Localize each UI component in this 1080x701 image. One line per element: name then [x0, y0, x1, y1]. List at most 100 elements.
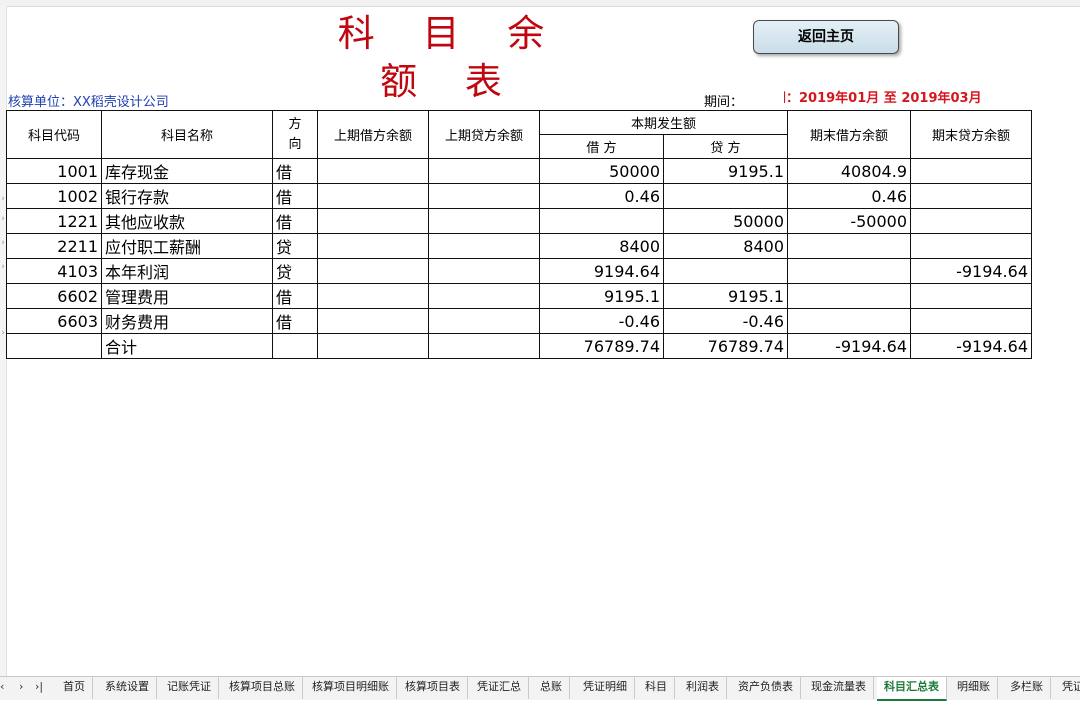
- cell-code[interactable]: [6, 333, 102, 359]
- cell-code[interactable]: 6603: [6, 308, 102, 334]
- header-code[interactable]: 科目代码: [6, 110, 102, 159]
- cell-end-credit[interactable]: -9194.64: [910, 258, 1032, 284]
- cell-name[interactable]: 库存现金: [101, 158, 273, 184]
- cell-direction[interactable]: 借: [272, 183, 318, 209]
- cell-code[interactable]: 2211: [6, 233, 102, 259]
- cell-direction[interactable]: 借: [272, 308, 318, 334]
- sheet-tab[interactable]: 明细账: [950, 677, 998, 699]
- header-current[interactable]: 本期发生额: [539, 110, 788, 135]
- scroll-right-icon[interactable]: ›: [19, 680, 23, 693]
- scroll-last-icon[interactable]: ›|: [35, 680, 43, 693]
- cell-direction[interactable]: 贷: [272, 233, 318, 259]
- cell-prev-debit[interactable]: [317, 258, 429, 284]
- cell-code[interactable]: 1221: [6, 208, 102, 234]
- cell-prev-credit[interactable]: [428, 308, 540, 334]
- cell-end-debit[interactable]: [787, 258, 911, 284]
- cell-name[interactable]: 其他应收款: [101, 208, 273, 234]
- sheet-tab[interactable]: 总账: [533, 677, 570, 699]
- cell-end-debit[interactable]: -50000: [787, 208, 911, 234]
- cell-prev-credit[interactable]: [428, 333, 540, 359]
- cell-prev-debit[interactable]: [317, 208, 429, 234]
- cell-debit[interactable]: 8400: [539, 233, 664, 259]
- sheet-tab[interactable]: 核算项目总账: [222, 677, 303, 699]
- cell-end-debit[interactable]: [787, 308, 911, 334]
- cell-debit[interactable]: [539, 208, 664, 234]
- cell-name[interactable]: 应付职工薪酬: [101, 233, 273, 259]
- sheet-tab[interactable]: 现金流量表: [804, 677, 874, 699]
- cell-debit[interactable]: 76789.74: [539, 333, 664, 359]
- home-button[interactable]: 返回主页: [753, 20, 899, 54]
- cell-credit[interactable]: 50000: [663, 208, 788, 234]
- sheet-tab[interactable]: 核算项目表: [398, 677, 468, 699]
- cell-code[interactable]: 1001: [6, 158, 102, 184]
- cell-debit[interactable]: 9194.64: [539, 258, 664, 284]
- cell-end-credit[interactable]: -9194.64: [910, 333, 1032, 359]
- cell-credit[interactable]: -0.46: [663, 308, 788, 334]
- cell-prev-debit[interactable]: [317, 308, 429, 334]
- cell-credit[interactable]: 9195.1: [663, 158, 788, 184]
- cell-debit[interactable]: -0.46: [539, 308, 664, 334]
- cell-credit[interactable]: [663, 183, 788, 209]
- sheet-tab[interactable]: 利润表: [679, 677, 727, 699]
- cell-end-credit[interactable]: [910, 208, 1032, 234]
- cell-end-debit[interactable]: -9194.64: [787, 333, 911, 359]
- sheet-tab[interactable]: 凭证汇总: [470, 677, 529, 699]
- header-direction[interactable]: 方向: [272, 110, 318, 159]
- cell-end-credit[interactable]: [910, 233, 1032, 259]
- sheet-tab[interactable]: 资产负债表: [731, 677, 801, 699]
- cell-name[interactable]: 合计: [101, 333, 273, 359]
- cell-code[interactable]: 4103: [6, 258, 102, 284]
- cell-direction[interactable]: 贷: [272, 258, 318, 284]
- header-prev-credit[interactable]: 上期贷方余额: [428, 110, 540, 159]
- sheet-tab[interactable]: 科目: [638, 677, 675, 699]
- cell-debit[interactable]: 0.46: [539, 183, 664, 209]
- cell-end-credit[interactable]: [910, 308, 1032, 334]
- sheet-tab[interactable]: 核算项目明细账: [305, 677, 397, 699]
- cell-prev-credit[interactable]: [428, 233, 540, 259]
- cell-direction[interactable]: 借: [272, 158, 318, 184]
- cell-end-credit[interactable]: [910, 183, 1032, 209]
- cell-prev-debit[interactable]: [317, 333, 429, 359]
- cell-prev-debit[interactable]: [317, 183, 429, 209]
- header-credit[interactable]: 贷 方: [663, 134, 788, 159]
- cell-code[interactable]: 6602: [6, 283, 102, 309]
- cell-name[interactable]: 银行存款: [101, 183, 273, 209]
- sheet-tab[interactable]: 多栏账: [1003, 677, 1051, 699]
- cell-end-debit[interactable]: [787, 283, 911, 309]
- cell-end-debit[interactable]: [787, 233, 911, 259]
- cell-credit[interactable]: 76789.74: [663, 333, 788, 359]
- cell-debit[interactable]: 50000: [539, 158, 664, 184]
- cell-debit[interactable]: 9195.1: [539, 283, 664, 309]
- cell-credit[interactable]: 8400: [663, 233, 788, 259]
- header-debit[interactable]: 借 方: [539, 134, 664, 159]
- cell-end-debit[interactable]: 0.46: [787, 183, 911, 209]
- cell-end-credit[interactable]: [910, 158, 1032, 184]
- cell-prev-credit[interactable]: [428, 158, 540, 184]
- cell-credit[interactable]: 9195.1: [663, 283, 788, 309]
- cell-prev-credit[interactable]: [428, 208, 540, 234]
- sheet-tab[interactable]: 科目汇总表: [877, 677, 947, 701]
- cell-direction[interactable]: 借: [272, 208, 318, 234]
- cell-prev-credit[interactable]: [428, 258, 540, 284]
- scroll-left-icon[interactable]: ‹: [0, 680, 4, 693]
- sheet-tab[interactable]: 系统设置: [98, 677, 157, 699]
- cell-name[interactable]: 管理费用: [101, 283, 273, 309]
- cell-code[interactable]: 1002: [6, 183, 102, 209]
- sheet-tab[interactable]: 凭证明细: [576, 677, 635, 699]
- cell-direction[interactable]: 借: [272, 283, 318, 309]
- header-prev-debit[interactable]: 上期借方余额: [317, 110, 429, 159]
- cell-direction[interactable]: [272, 333, 318, 359]
- sheet-tab[interactable]: 首页: [56, 677, 93, 699]
- cell-end-credit[interactable]: [910, 283, 1032, 309]
- cell-credit[interactable]: [663, 258, 788, 284]
- cell-prev-debit[interactable]: [317, 233, 429, 259]
- cell-name[interactable]: 本年利润: [101, 258, 273, 284]
- header-name[interactable]: 科目名称: [101, 110, 273, 159]
- cell-prev-credit[interactable]: [428, 183, 540, 209]
- cell-name[interactable]: 财务费用: [101, 308, 273, 334]
- cell-end-debit[interactable]: 40804.9: [787, 158, 911, 184]
- header-end-debit[interactable]: 期末借方余额: [787, 110, 911, 159]
- sheet-tab[interactable]: 记账凭证: [160, 677, 219, 699]
- cell-prev-debit[interactable]: [317, 283, 429, 309]
- header-end-credit[interactable]: 期末贷方余额: [910, 110, 1032, 159]
